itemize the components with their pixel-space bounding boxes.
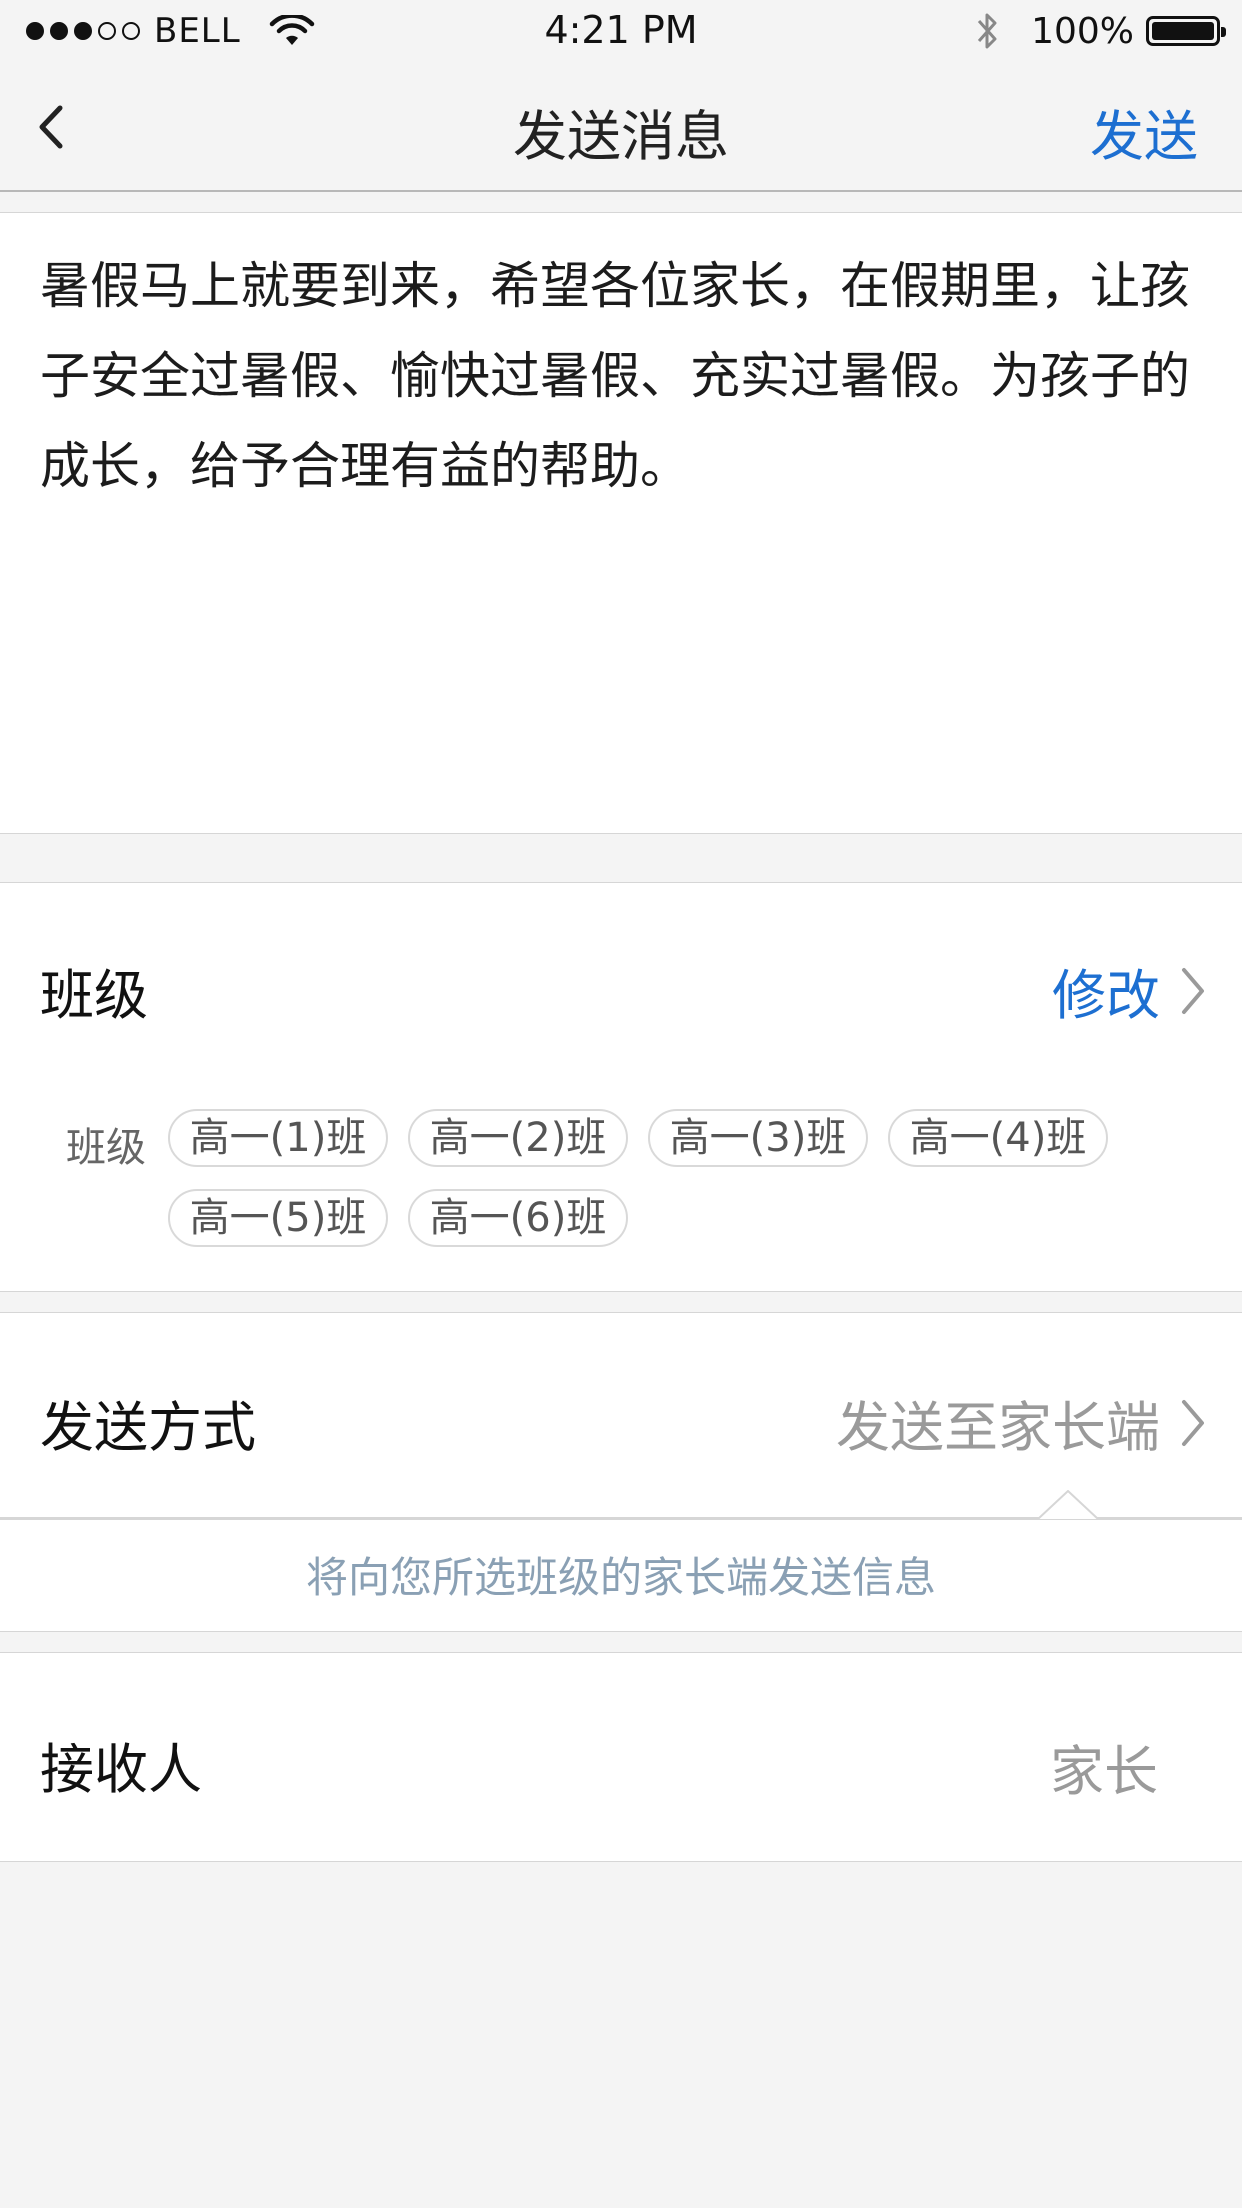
status-right: 100% [975,10,1226,52]
nav-bar: 发送消息 发送 [0,62,1242,192]
class-modify-label: 修改 [1052,964,1160,1027]
send-method-value: 发送至家长端 [836,1396,1160,1459]
class-chip[interactable]: 高一(4)班 [888,1109,1108,1167]
send-method-row[interactable]: 发送方式 发送至家长端 [0,1312,1242,1518]
receiver-row[interactable]: 接收人 家长 [0,1652,1242,1862]
class-chip[interactable]: 高一(5)班 [168,1189,388,1247]
send-method-hint: 将向您所选班级的家长端发送信息 [305,1553,936,1602]
send-method-hint-box: 将向您所选班级的家长端发送信息 [0,1518,1242,1632]
chips-label: 班级 [66,1125,146,1171]
page-title: 发送消息 [513,105,729,168]
message-textarea[interactable]: 暑假马上就要到来，希望各位家长，在假期里，让孩子安全过暑假、愉快过暑假、充实过暑… [40,241,1200,511]
battery-percent: 100% [1031,10,1134,52]
send-method-value-group: 发送至家长端 [836,1383,1206,1462]
receiver-value: 家长 [1050,1740,1158,1803]
class-label: 班级 [40,964,148,1027]
chevron-right-icon [1182,967,1204,1014]
receiver-label: 接收人 [40,1738,202,1801]
battery-icon [1146,16,1226,46]
status-bar: BELL 4:21 PM 100% [0,0,1242,62]
class-section: 班级 修改 班级 高一(1)班 高一(2)班 高一(3)班 高一(4)班 高一(… [0,882,1242,1292]
receiver-value-group: 家长 [1050,1727,1158,1806]
hint-pointer-icon [1038,1490,1098,1520]
bluetooth-icon [977,13,997,49]
chevron-right-icon [1182,1399,1204,1446]
class-chip[interactable]: 高一(1)班 [168,1109,388,1167]
class-chip[interactable]: 高一(3)班 [648,1109,868,1167]
send-button[interactable]: 发送 [1090,92,1198,171]
message-card: 暑假马上就要到来，希望各位家长，在假期里，让孩子安全过暑假、愉快过暑假、充实过暑… [0,212,1242,834]
send-method-label: 发送方式 [40,1396,256,1459]
class-chip[interactable]: 高一(6)班 [408,1189,628,1247]
class-modify-button[interactable]: 修改 [1052,951,1206,1030]
class-chip[interactable]: 高一(2)班 [408,1109,628,1167]
